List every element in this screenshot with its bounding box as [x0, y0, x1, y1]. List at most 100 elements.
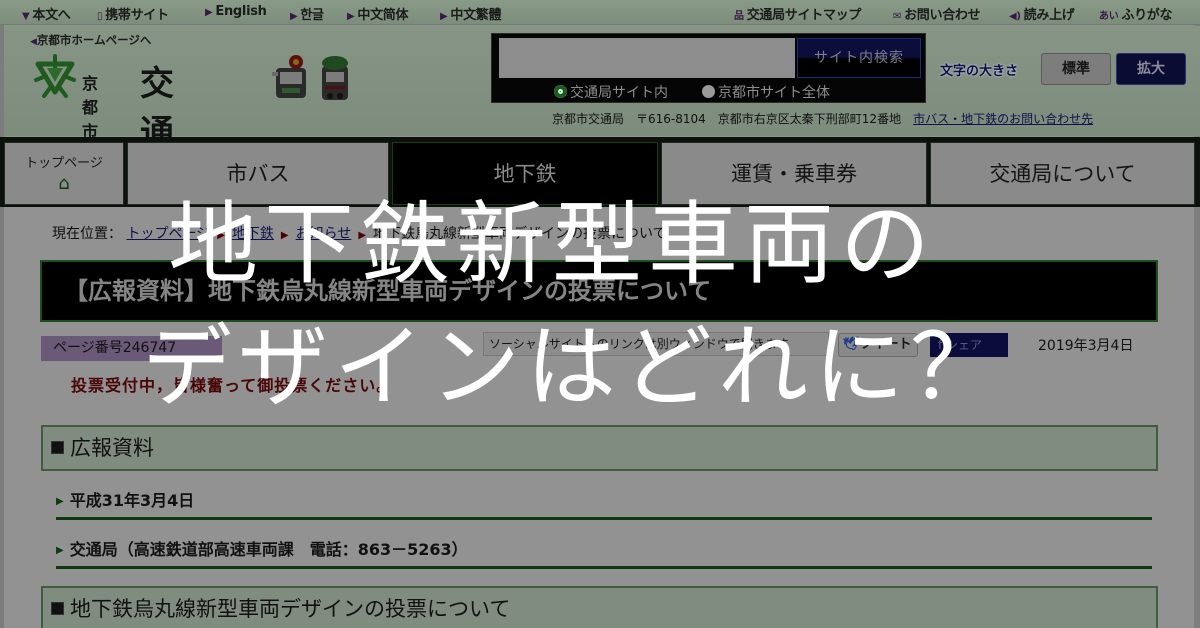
nav-label: 交通局について [989, 162, 1136, 186]
section-heading-press-release: 広報資料 [41, 425, 1158, 471]
city-home-link[interactable]: ◀京都市ホームページへ [30, 32, 151, 48]
nav-subway[interactable]: 地下鉄 [392, 142, 658, 205]
furigana-icon: あい [1099, 11, 1119, 22]
global-nav: トップページ ⌂ 市バス 地下鉄 運賃・乗車券 交通局について [0, 137, 1200, 207]
button-label: ツイート [859, 337, 912, 352]
nav-fares-tickets[interactable]: 運賃・乗車券 [661, 142, 927, 205]
link-label: 한글 [300, 8, 324, 23]
link-label: English [215, 4, 267, 19]
social-link-note: ソーシャルサイトへのリンクは別ウィンドウで開きます [483, 332, 829, 356]
link-label: お問い合わせ [904, 8, 981, 23]
sitemap-icon: 品 [734, 11, 744, 22]
breadcrumb-news[interactable]: お知らせ [296, 226, 352, 242]
street-address: 京都市右京区太秦下刑部町12番地 [717, 112, 902, 126]
nav-label: トップページ [25, 156, 103, 171]
nav-label: 市バス [226, 162, 290, 186]
font-size-large-button[interactable]: 拡大 [1116, 53, 1186, 85]
nav-label: 運賃・乗車券 [731, 162, 857, 186]
org-name: 京都市交通局 [552, 112, 625, 126]
radio-label: 交通局サイト内 [570, 85, 668, 101]
heading-text: 広報資料 [70, 436, 154, 460]
triangle-right-icon: ▶ [440, 11, 448, 22]
nav-label: 地下鉄 [493, 162, 557, 186]
search-input[interactable] [499, 38, 795, 78]
section-heading-vote: 地下鉄烏丸線新型車両デザインの投票について [41, 586, 1158, 628]
square-bullet-icon [51, 602, 64, 615]
utility-bar: ▼ 本文へ ▯ 携帯サイト ▶ English ▶ 한글 ▶ 中文简体 ▶ 中文繁體 品交通… [0, 0, 1200, 25]
triangle-right-icon: ▶ [56, 496, 64, 507]
simplified-chinese-link[interactable]: ▶ 中文简体 [347, 4, 409, 23]
postal-code: 〒616-8104 [636, 112, 706, 126]
info-text: 交通局（高速鉄道部高速車両課 電話：863－5263） [69, 540, 468, 559]
breadcrumb-prefix: 現在位置： [52, 226, 122, 242]
facebook-share-button[interactable]: f シェア [930, 333, 1008, 357]
bus-subway-contact-link[interactable]: 市バス・地下鉄のお問い合わせ先 [913, 112, 1093, 126]
breadcrumb-subway[interactable]: 地下鉄 [232, 226, 274, 242]
link-label: ふりがな [1121, 8, 1173, 23]
mascot-characters-icon [272, 55, 348, 100]
button-label: シェア [946, 338, 983, 352]
site-search-button[interactable]: サイト内検索 [797, 38, 921, 78]
radio-label: 京都市サイト全体 [718, 85, 830, 101]
nav-about-bureau[interactable]: 交通局について [930, 142, 1195, 205]
breadcrumb: 現在位置： トップページ ▶ 地下鉄 ▶ お知らせ ▶ 地下鉄烏丸線新型車両デザインの投票に… [52, 223, 667, 243]
breadcrumb-top-page[interactable]: トップページ [126, 226, 210, 242]
furigana-link[interactable]: あい ふりがな [1099, 4, 1173, 23]
kyoto-city-emblem-icon [34, 54, 76, 98]
mobile-site-link[interactable]: ▯ 携帯サイト [97, 4, 169, 23]
link-label: 読み上げ [1023, 8, 1075, 23]
square-bullet-icon [51, 441, 64, 454]
font-size-label: 文字の大きさ [940, 64, 1019, 79]
nav-top-page[interactable]: トップページ ⌂ [4, 142, 124, 205]
voting-notice: 投票受付中，皆様奮って御投票ください。 [71, 376, 394, 395]
link-label: 本文へ [32, 8, 71, 23]
scope-radio-city[interactable]: 京都市サイト全体 [702, 82, 830, 102]
skip-down-icon: ▼ [22, 11, 30, 22]
logo-city-text: 京都市 [82, 74, 99, 141]
publish-date: 2019年3月4日 [1038, 338, 1134, 354]
skip-to-content-link[interactable]: ▼ 本文へ [22, 4, 71, 23]
korean-link[interactable]: ▶ 한글 [290, 4, 324, 23]
triangle-right-icon: ▶ [290, 11, 298, 22]
scope-radio-bureau[interactable]: 交通局サイト内 [554, 82, 668, 102]
facebook-icon: f [938, 338, 947, 352]
site-header: ◀京都市ホームページへ 京都市 交通局 [4, 26, 1200, 202]
tweet-button[interactable]: 🕊ツイート [838, 333, 918, 357]
page-title: 【広報資料】地下鉄烏丸線新型車両デザインの投票について [40, 260, 1158, 322]
font-size-standard-button[interactable]: 標準 [1041, 53, 1111, 85]
breadcrumb-separator-icon: ▶ [358, 230, 367, 241]
triangle-left-icon: ◀ [30, 37, 37, 47]
speaker-icon: ◀) [1009, 11, 1021, 22]
traditional-chinese-link[interactable]: ▶ 中文繁體 [440, 4, 502, 23]
link-label: 中文简体 [357, 8, 409, 23]
sitemap-link[interactable]: 品交通局サイトマップ [734, 4, 861, 23]
mail-icon: ✉ [893, 11, 902, 22]
home-icon: ⌂ [58, 173, 70, 194]
english-link[interactable]: ▶ English [205, 4, 267, 19]
info-row-date: ▶ 平成31年3月4日 [56, 486, 1152, 520]
link-label: 京都市ホームページへ [36, 33, 152, 47]
read-aloud-link[interactable]: ◀) 読み上げ [1009, 4, 1075, 23]
nav-city-bus[interactable]: 市バス [127, 142, 389, 205]
radio-selected-icon [554, 85, 567, 98]
site-search: サイト内検索 交通局サイト内 京都市サイト全体 [491, 33, 926, 103]
radio-unselected-icon [702, 85, 715, 98]
breadcrumb-current: 地下鉄烏丸線新型車両デザインの投票について [373, 226, 667, 242]
page-number-badge: ページ番号246747 [41, 336, 222, 361]
webpage: ▼ 本文へ ▯ 携帯サイト ▶ English ▶ 한글 ▶ 中文简体 ▶ 中文繁體 品交通… [0, 0, 1200, 628]
mobile-icon: ▯ [97, 11, 103, 22]
triangle-right-icon: ▶ [347, 11, 355, 22]
link-label: 携帯サイト [105, 8, 169, 23]
breadcrumb-separator-icon: ▶ [217, 230, 225, 241]
triangle-right-icon: ▶ [205, 7, 213, 18]
twitter-bird-icon: 🕊 [843, 337, 860, 352]
info-row-department: ▶ 交通局（高速鉄道部高速車両課 電話：863－5263） [56, 535, 1152, 569]
contact-link-top[interactable]: ✉ お問い合わせ [893, 4, 981, 23]
info-text: 平成31年3月4日 [69, 491, 195, 510]
link-label: 交通局サイトマップ [746, 8, 862, 23]
heading-text: 地下鉄烏丸線新型車両デザインの投票について [70, 597, 511, 621]
link-label: 中文繁體 [450, 8, 502, 23]
address-line: 京都市交通局 〒616-8104 京都市右京区太秦下刑部町12番地 市バス・地下鉄のお… [552, 110, 1093, 127]
breadcrumb-separator-icon: ▶ [280, 230, 289, 241]
triangle-right-icon: ▶ [56, 545, 64, 556]
